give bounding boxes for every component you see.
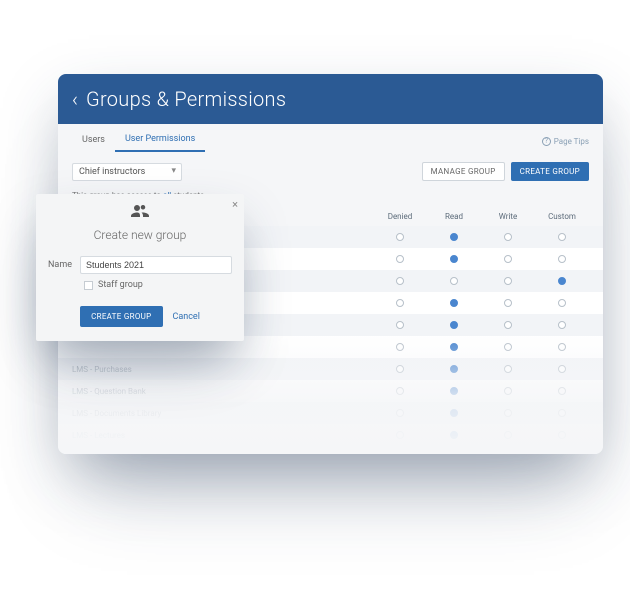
perm-read[interactable] <box>450 365 458 373</box>
table-row: LMS - Question Bank <box>58 380 603 402</box>
perm-write[interactable] <box>504 409 512 417</box>
perm-read[interactable] <box>450 409 458 417</box>
perm-denied[interactable] <box>396 321 404 329</box>
col-custom: Custom <box>535 212 589 221</box>
close-icon[interactable]: × <box>232 198 238 211</box>
perm-custom[interactable] <box>558 453 566 454</box>
perm-read[interactable] <box>450 255 458 263</box>
staff-group-checkbox[interactable] <box>84 281 93 290</box>
perm-denied[interactable] <box>396 387 404 395</box>
perm-read[interactable] <box>450 343 458 351</box>
perm-denied[interactable] <box>396 343 404 351</box>
perm-read[interactable] <box>450 453 458 454</box>
perm-custom[interactable] <box>558 387 566 395</box>
perm-denied[interactable] <box>396 255 404 263</box>
tab-user-permissions[interactable]: User Permissions <box>115 130 205 152</box>
perm-write[interactable] <box>504 343 512 351</box>
perm-write[interactable] <box>504 453 512 454</box>
perm-denied[interactable] <box>396 365 404 373</box>
perm-denied[interactable] <box>396 233 404 241</box>
page-title: Groups & Permissions <box>86 87 286 111</box>
perm-custom[interactable] <box>558 233 566 241</box>
perm-denied[interactable] <box>396 409 404 417</box>
perm-custom[interactable] <box>558 431 566 439</box>
perm-custom[interactable] <box>558 409 566 417</box>
app-header: ‹ Groups & Permissions <box>58 74 603 124</box>
group-icon <box>36 194 244 222</box>
perm-read[interactable] <box>450 321 458 329</box>
perm-write[interactable] <box>504 431 512 439</box>
row-name: LMS - Question Bank <box>72 387 373 396</box>
col-write: Write <box>481 212 535 221</box>
row-name: LMS - Courses and Templates <box>72 453 373 455</box>
perm-custom[interactable] <box>558 343 566 351</box>
perm-custom[interactable] <box>558 321 566 329</box>
create-group-button[interactable]: CREATE GROUP <box>511 162 589 181</box>
perm-custom[interactable] <box>558 255 566 263</box>
perm-custom[interactable] <box>558 299 566 307</box>
perm-read[interactable] <box>450 277 458 285</box>
table-row: LMS - Documents Library <box>58 402 603 424</box>
row-name: LMS - Lectures <box>72 431 373 440</box>
perm-write[interactable] <box>504 299 512 307</box>
perm-write[interactable] <box>504 233 512 241</box>
table-row: LMS - Purchases <box>58 358 603 380</box>
modal-create-button[interactable]: CREATE GROUP <box>80 306 162 327</box>
perm-custom[interactable] <box>558 365 566 373</box>
perm-write[interactable] <box>504 321 512 329</box>
modal-title: Create new group <box>36 222 244 254</box>
help-icon: ? <box>542 137 551 146</box>
create-group-modal: × Create new group Name Staff group CREA… <box>36 194 244 341</box>
table-row: LMS - Lectures <box>58 424 603 446</box>
perm-read[interactable] <box>450 233 458 241</box>
row-name: LMS - Purchases <box>72 365 373 374</box>
page-tips[interactable]: ? Page Tips <box>542 137 589 146</box>
tabs-bar: Users User Permissions ? Page Tips <box>58 124 603 152</box>
perm-denied[interactable] <box>396 431 404 439</box>
perm-denied[interactable] <box>396 277 404 285</box>
perm-write[interactable] <box>504 255 512 263</box>
col-read: Read <box>427 212 481 221</box>
modal-cancel-link[interactable]: Cancel <box>173 312 200 322</box>
group-select-value: Chief instructors <box>79 167 145 177</box>
row-name: LMS - Documents Library <box>72 409 373 418</box>
perm-read[interactable] <box>450 431 458 439</box>
col-denied: Denied <box>373 212 427 221</box>
name-label: Name <box>48 260 72 270</box>
group-name-input[interactable] <box>80 256 232 274</box>
tab-users[interactable]: Users <box>72 131 115 151</box>
staff-group-label: Staff group <box>98 280 143 290</box>
group-select[interactable]: Chief instructors <box>72 163 182 181</box>
perm-read[interactable] <box>450 387 458 395</box>
manage-group-button[interactable]: MANAGE GROUP <box>422 162 505 181</box>
perm-write[interactable] <box>504 277 512 285</box>
perm-denied[interactable] <box>396 299 404 307</box>
toolbar: Chief instructors MANAGE GROUP CREATE GR… <box>58 152 603 191</box>
perm-write[interactable] <box>504 387 512 395</box>
perm-write[interactable] <box>504 365 512 373</box>
perm-denied[interactable] <box>396 453 404 454</box>
perm-custom[interactable] <box>558 277 566 285</box>
table-row: LMS - Courses and Templates <box>58 446 603 454</box>
page-tips-label: Page Tips <box>554 137 589 146</box>
back-icon[interactable]: ‹ <box>72 89 78 109</box>
perm-read[interactable] <box>450 299 458 307</box>
